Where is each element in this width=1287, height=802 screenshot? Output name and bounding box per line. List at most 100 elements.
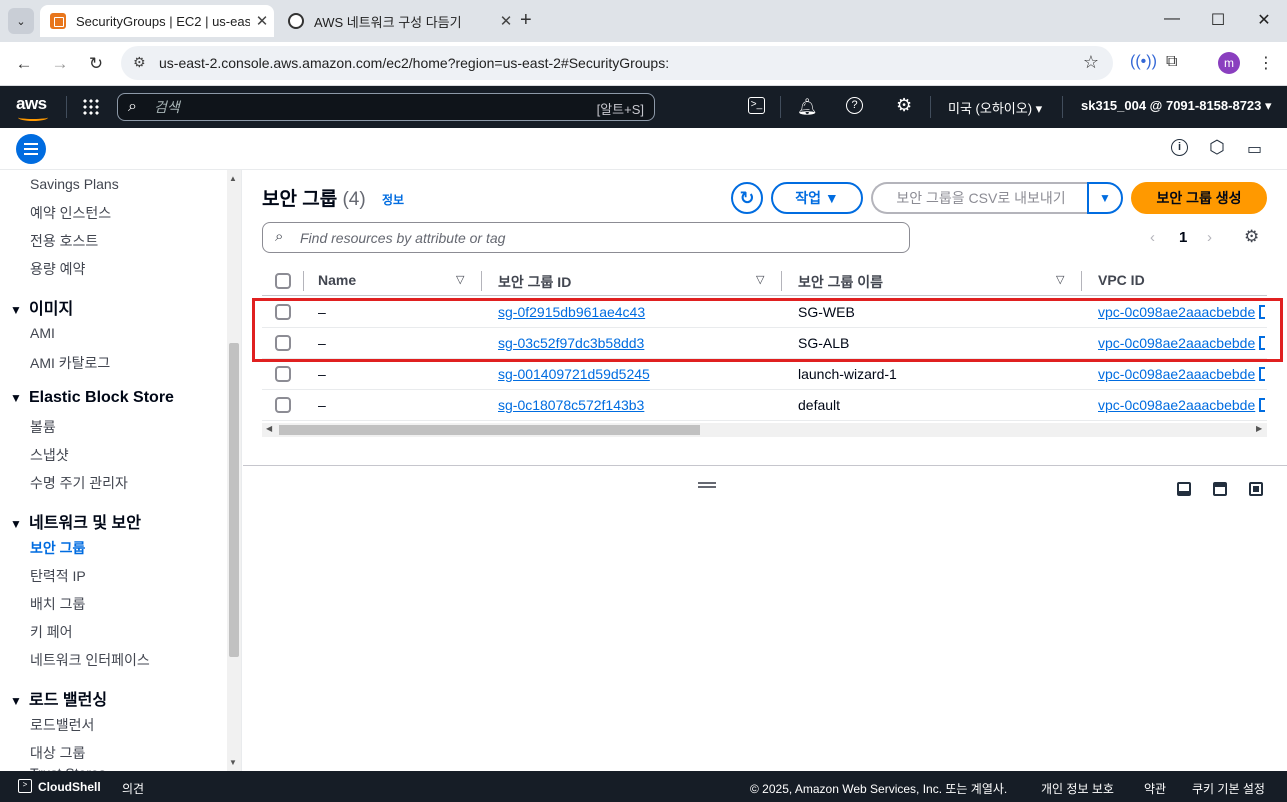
tab-chatgpt[interactable]: AWS 네트워크 구성 다듬기 ✕ bbox=[278, 5, 518, 37]
privacy-link[interactable]: 개인 정보 보호 bbox=[1041, 780, 1114, 797]
services-grid-icon[interactable] bbox=[82, 98, 100, 116]
extensions-puzzle-icon[interactable]: ⧉ bbox=[1166, 53, 1177, 71]
region-selector[interactable]: 미국 (오하이오) ▾ bbox=[948, 98, 1042, 117]
panel-hide-icon[interactable] bbox=[1249, 482, 1263, 496]
panel-bottom-icon[interactable] bbox=[1177, 482, 1191, 496]
row-checkbox[interactable] bbox=[275, 397, 291, 413]
info-link[interactable]: 정보 bbox=[382, 191, 404, 208]
sidebar-section-header[interactable]: ▼ 네트워크 및 보안 bbox=[10, 509, 141, 533]
table-scrollbar-thumb[interactable] bbox=[279, 425, 700, 435]
column-header-sg-id[interactable]: 보안 그룹 ID bbox=[498, 272, 571, 292]
row-checkbox[interactable] bbox=[275, 366, 291, 382]
sidebar-item[interactable]: 네트워크 인터페이스 bbox=[30, 650, 150, 670]
sidebar-item[interactable]: 용량 예약 bbox=[30, 259, 85, 279]
sort-icon[interactable]: ▽ bbox=[1056, 273, 1064, 286]
sidebar-item[interactable]: 볼륨 bbox=[30, 417, 56, 437]
help-icon[interactable]: ? bbox=[846, 97, 863, 114]
aws-logo[interactable]: aws bbox=[16, 94, 48, 121]
cloudshell-link[interactable]: CloudShell bbox=[38, 780, 101, 794]
sort-icon[interactable]: ▽ bbox=[456, 273, 464, 286]
next-page-icon[interactable]: › bbox=[1207, 229, 1212, 246]
scroll-up-icon[interactable]: ▲ bbox=[229, 174, 237, 183]
cell-sg-id-link[interactable]: sg-001409721d59d5245 bbox=[498, 366, 650, 382]
screen-display-icon[interactable]: ▭ bbox=[1247, 139, 1262, 159]
sidebar-item[interactable]: 스냅샷 bbox=[30, 445, 69, 465]
extension-broadcast-icon[interactable]: ((•)) bbox=[1130, 53, 1157, 71]
aws-search-input[interactable]: ⌕ 검색 [알트+S] bbox=[117, 93, 655, 121]
cloudshell-icon[interactable]: > bbox=[18, 779, 32, 793]
resource-filter-input[interactable]: ⌕ Find resources by attribute or tag bbox=[262, 222, 910, 253]
column-header-vpc-id[interactable]: VPC ID bbox=[1098, 272, 1145, 288]
info-panel-icon[interactable]: i bbox=[1171, 139, 1188, 156]
maximize-icon[interactable]: ☐ bbox=[1203, 10, 1233, 30]
split-panel-divider bbox=[243, 465, 1287, 466]
sidebar-section-header[interactable]: ▼ 이미지 bbox=[10, 295, 73, 319]
cell-vpc-id-link[interactable]: vpc-0c098ae2aaacbebde bbox=[1098, 366, 1266, 382]
table-row[interactable]: – sg-001409721d59d5245 launch-wizard-1 vpc-… bbox=[262, 359, 1267, 390]
scroll-left-icon[interactable]: ◀ bbox=[266, 424, 272, 433]
refresh-button[interactable]: ↻ bbox=[731, 182, 763, 214]
settings-gear-icon[interactable]: ⚙ bbox=[896, 95, 912, 116]
table-row[interactable]: – sg-0c18078c572f143b3 default vpc-0c098ae2… bbox=[262, 390, 1267, 421]
cell-vpc-id-link[interactable]: vpc-0c098ae2aaacbebde bbox=[1098, 397, 1266, 413]
prev-page-icon[interactable]: ‹ bbox=[1150, 229, 1155, 246]
sidebar-item[interactable]: 대상 그룹 bbox=[30, 743, 85, 763]
actions-button[interactable]: 작업 ▼ bbox=[771, 182, 863, 214]
scroll-right-icon[interactable]: ▶ bbox=[1256, 424, 1262, 433]
sidebar-item[interactable]: 로드밸런서 bbox=[30, 715, 94, 735]
sidebar-section-header[interactable]: ▼ 로드 밸런싱 bbox=[10, 686, 107, 710]
cell-sg-id-link[interactable]: sg-0c18078c572f143b3 bbox=[498, 397, 644, 413]
feedback-link[interactable]: 의견 bbox=[122, 780, 144, 797]
column-header-name[interactable]: Name bbox=[318, 272, 356, 288]
split-panel-drag-handle-icon[interactable] bbox=[698, 482, 716, 488]
sidebar-item[interactable]: 수명 주기 관리자 bbox=[30, 473, 128, 493]
panel-side-icon[interactable] bbox=[1213, 482, 1227, 496]
column-divider bbox=[1081, 271, 1082, 291]
cookie-preferences-link[interactable]: 쿠키 기본 설정 bbox=[1192, 780, 1265, 797]
sidebar-item[interactable]: AMI 카탈로그 bbox=[30, 353, 110, 373]
sidebar-item[interactable]: 키 페어 bbox=[30, 622, 73, 642]
account-menu[interactable]: sk315_004 @ 7091-8158-8723 ▾ bbox=[1081, 98, 1272, 114]
scroll-down-icon[interactable]: ▼ bbox=[229, 758, 237, 767]
cell-vpc-id-link-text: vpc-0c098ae2aaacbebde bbox=[1098, 366, 1256, 382]
sidebar-item[interactable]: 배치 그룹 bbox=[30, 594, 85, 614]
caret-down-icon: ▼ bbox=[10, 391, 22, 405]
sidebar-item[interactable]: 보안 그룹 bbox=[30, 538, 85, 558]
create-security-group-button[interactable]: 보안 그룹 생성 bbox=[1131, 182, 1267, 214]
minimize-icon[interactable]: — bbox=[1157, 10, 1187, 28]
sidebar-item[interactable]: AMI bbox=[30, 325, 55, 341]
refresh-icon: ↻ bbox=[739, 187, 755, 208]
column-header-sg-name[interactable]: 보안 그룹 이름 bbox=[798, 272, 883, 292]
tab-securitygroups[interactable]: SecurityGroups | EC2 | us-east ✕ bbox=[40, 5, 274, 37]
sort-icon[interactable]: ▽ bbox=[756, 273, 764, 286]
close-tab-icon[interactable]: ✕ bbox=[494, 12, 518, 30]
new-tab-icon[interactable]: + bbox=[520, 9, 532, 32]
sidebar-item[interactable]: Savings Plans bbox=[30, 176, 119, 192]
back-icon[interactable]: ← bbox=[12, 52, 36, 76]
sidebar-item[interactable]: 예약 인스턴스 bbox=[30, 203, 111, 223]
sidebar-item[interactable]: 전용 호스트 bbox=[30, 231, 98, 251]
profile-avatar[interactable]: m bbox=[1218, 52, 1240, 74]
sidebar-item[interactable]: 탄력적 IP bbox=[30, 566, 86, 586]
site-info-icon[interactable]: ⚙ bbox=[133, 54, 146, 71]
tab-search-dropdown-icon[interactable]: ⌄ bbox=[8, 8, 34, 34]
current-page[interactable]: 1 bbox=[1179, 229, 1187, 246]
notifications-bell-icon[interactable]: 🔔︎ bbox=[797, 97, 817, 117]
browser-menu-icon[interactable]: ⋮ bbox=[1258, 53, 1274, 73]
address-bar[interactable]: ⚙ us-east-2.console.aws.amazon.com/ec2/h… bbox=[121, 46, 1113, 80]
bookmark-star-icon[interactable]: ☆ bbox=[1083, 52, 1099, 73]
side-nav-toggle-icon[interactable] bbox=[16, 134, 46, 164]
close-tab-icon[interactable]: ✕ bbox=[250, 12, 274, 30]
forward-icon[interactable]: → bbox=[48, 52, 72, 76]
close-window-icon[interactable]: ✕ bbox=[1249, 10, 1279, 30]
security-hex-icon[interactable]: ⬡ bbox=[1209, 137, 1225, 158]
reload-icon[interactable]: ↻ bbox=[84, 52, 108, 76]
table-preferences-gear-icon[interactable]: ⚙ bbox=[1244, 227, 1259, 247]
cloudshell-icon[interactable]: >_ bbox=[748, 97, 765, 114]
sidebar-section-header[interactable]: ▼ Elastic Block Store bbox=[10, 389, 174, 407]
export-dropdown-button[interactable]: ▼ bbox=[1087, 182, 1123, 214]
terms-link[interactable]: 약관 bbox=[1144, 780, 1166, 797]
select-all-checkbox[interactable] bbox=[275, 273, 291, 289]
sidebar-scrollbar-thumb[interactable] bbox=[229, 343, 239, 657]
export-csv-button[interactable]: 보안 그룹을 CSV로 내보내기 bbox=[871, 182, 1089, 214]
